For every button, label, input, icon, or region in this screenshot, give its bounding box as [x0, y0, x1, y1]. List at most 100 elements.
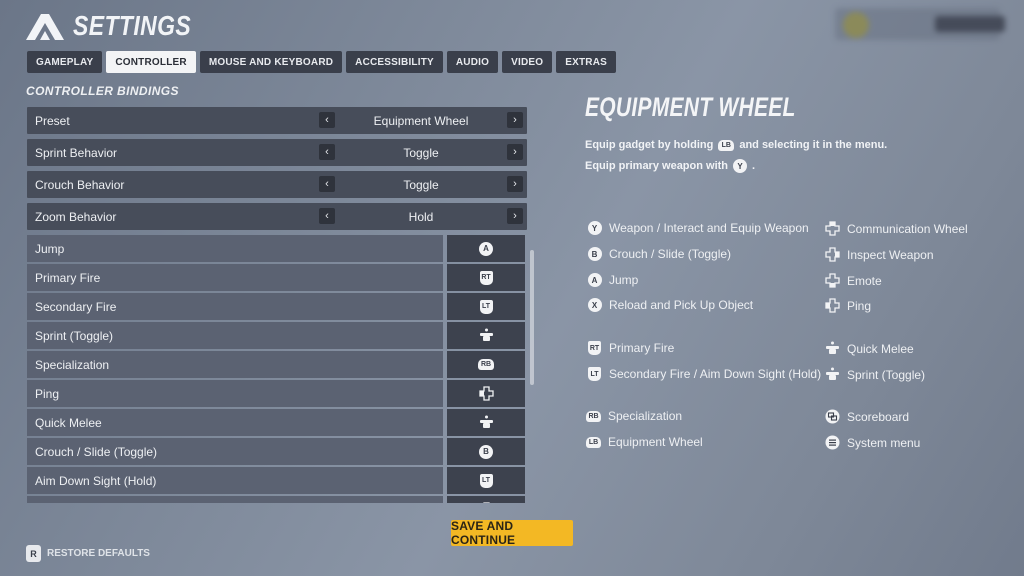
- description-text: Equip primary weapon with: [585, 160, 729, 172]
- detail-description-line1: Equip gadget by holding LB and selecting…: [585, 139, 887, 151]
- option-value: Toggle: [403, 177, 439, 192]
- tab-mouse-and-keyboard[interactable]: MOUSE AND KEYBOARD: [199, 51, 343, 73]
- legend-item: Quick Melee: [825, 341, 914, 356]
- legend-item: A Jump: [587, 273, 638, 287]
- restore-defaults-label: RESTORE DEFAULTS: [47, 548, 150, 559]
- legend-item: Communication Wheel: [825, 221, 968, 236]
- legend-label: Crouch / Slide (Toggle): [609, 247, 732, 261]
- option-label: Zoom Behavior: [35, 209, 117, 224]
- option-row-sprint-behavior[interactable]: Sprint Behavior ‹ Toggle ›: [27, 139, 527, 166]
- a-button-icon: A: [587, 273, 602, 287]
- save-and-continue-button[interactable]: SAVE AND CONTINUE: [451, 519, 573, 547]
- rb-bumper-icon: RB: [586, 410, 601, 422]
- binding-label: Inspect Weapon: [27, 496, 443, 503]
- legend-item: Sprint (Toggle): [825, 367, 925, 382]
- list-scrollbar[interactable]: [530, 250, 534, 385]
- binding-key-button[interactable]: [447, 409, 525, 436]
- binding-label: Specialization: [27, 351, 443, 378]
- binding-key-button[interactable]: B: [447, 438, 525, 465]
- legend-item: RB Specialization: [586, 409, 682, 423]
- b-button-icon: B: [587, 247, 602, 261]
- legend-label: Emote: [847, 273, 882, 288]
- legend-item: Emote: [825, 273, 882, 288]
- tab-audio[interactable]: AUDIO: [446, 51, 499, 73]
- r-key-icon: R: [26, 545, 41, 562]
- lb-bumper-icon: LB: [718, 139, 735, 151]
- legend-item: Scoreboard: [825, 409, 909, 424]
- lt-trigger-icon: LT: [479, 473, 493, 488]
- section-heading: CONTROLLER BINDINGS: [26, 84, 179, 98]
- legend-item: LT Secondary Fire / Aim Down Sight (Hold…: [587, 367, 821, 381]
- next-arrow-button[interactable]: ›: [507, 144, 523, 160]
- legend-label: System menu: [847, 435, 921, 450]
- binding-label: Aim Down Sight (Hold): [27, 467, 443, 494]
- previous-arrow-button[interactable]: ‹: [319, 176, 335, 192]
- next-arrow-button[interactable]: ›: [507, 208, 523, 224]
- binding-label: Secondary Fire: [27, 293, 443, 320]
- dpad-left-icon: [478, 386, 494, 401]
- binding-row[interactable]: Quick Melee: [27, 409, 527, 436]
- dpad-left-icon: [825, 298, 840, 313]
- lt-trigger-icon: LT: [479, 299, 493, 314]
- game-logo-icon: [26, 14, 64, 40]
- legend-label: Ping: [847, 298, 872, 313]
- binding-key-button[interactable]: [447, 380, 525, 407]
- binding-row[interactable]: Jump A: [27, 235, 527, 262]
- next-arrow-button[interactable]: ›: [507, 176, 523, 192]
- binding-row[interactable]: Crouch / Slide (Toggle) B: [27, 438, 527, 465]
- legend-label: Primary Fire: [609, 341, 675, 355]
- legend-label: Equipment Wheel: [608, 435, 703, 449]
- legend-item: Inspect Weapon: [825, 247, 934, 262]
- binding-key-button[interactable]: LT: [447, 293, 525, 320]
- right-stick-click-icon: [826, 341, 839, 354]
- binding-label: Primary Fire: [27, 264, 443, 291]
- dpad-down-icon: [825, 273, 840, 288]
- option-row-crouch-behavior[interactable]: Crouch Behavior ‹ Toggle ›: [27, 171, 527, 198]
- binding-key-button[interactable]: A: [447, 235, 525, 262]
- player-profile[interactable]: [835, 8, 1005, 40]
- rb-bumper-icon: RB: [478, 359, 494, 370]
- binding-row[interactable]: Aim Down Sight (Hold) LT: [27, 467, 527, 494]
- option-row-zoom-behavior[interactable]: Zoom Behavior ‹ Hold ›: [27, 203, 527, 230]
- legend-label: Sprint (Toggle): [847, 367, 926, 382]
- binding-row[interactable]: Ping: [27, 380, 527, 407]
- tab-controller[interactable]: CONTROLLER: [106, 51, 196, 73]
- restore-defaults-button[interactable]: R RESTORE DEFAULTS: [26, 545, 150, 562]
- tab-video[interactable]: VIDEO: [502, 51, 553, 73]
- rt-trigger-icon: RT: [479, 270, 493, 285]
- legend-label: Inspect Weapon: [847, 247, 934, 262]
- binding-key-button[interactable]: RT: [447, 264, 525, 291]
- option-value: Toggle: [403, 145, 439, 160]
- option-value: Hold: [408, 209, 434, 224]
- next-arrow-button[interactable]: ›: [507, 112, 523, 128]
- binding-key-button[interactable]: [447, 496, 525, 503]
- y-button-icon: Y: [733, 159, 748, 173]
- previous-arrow-button[interactable]: ‹: [319, 112, 335, 128]
- legend-label: Quick Melee: [847, 341, 914, 356]
- binding-key-button[interactable]: RB: [447, 351, 525, 378]
- binding-row[interactable]: Specialization RB: [27, 351, 527, 378]
- binding-row[interactable]: Secondary Fire LT: [27, 293, 527, 320]
- binding-label: Quick Melee: [27, 409, 443, 436]
- previous-arrow-button[interactable]: ‹: [319, 208, 335, 224]
- binding-row[interactable]: Primary Fire RT: [27, 264, 527, 291]
- previous-arrow-button[interactable]: ‹: [319, 144, 335, 160]
- legend-item: LB Equipment Wheel: [586, 435, 703, 449]
- option-label: Preset: [35, 113, 70, 128]
- tab-accessibility[interactable]: ACCESSIBILITY: [346, 51, 443, 73]
- binding-row[interactable]: Sprint (Toggle): [27, 322, 527, 349]
- rt-trigger-icon: RT: [588, 341, 601, 355]
- option-row-preset[interactable]: Preset ‹ Equipment Wheel ›: [27, 107, 527, 134]
- option-label: Crouch Behavior: [35, 177, 125, 192]
- binding-key-button[interactable]: [447, 322, 525, 349]
- menu-button-icon: [825, 435, 840, 450]
- tab-extras[interactable]: EXTRAS: [556, 51, 617, 73]
- b-button-icon: B: [479, 444, 493, 459]
- binding-label: Jump: [27, 235, 443, 262]
- y-button-icon: Y: [587, 221, 602, 235]
- binding-key-button[interactable]: LT: [447, 467, 525, 494]
- dpad-up-icon: [825, 221, 840, 236]
- tab-gameplay[interactable]: GAMEPLAY: [27, 51, 103, 73]
- legend-item: System menu: [825, 435, 920, 450]
- binding-row[interactable]: Inspect Weapon: [27, 496, 527, 503]
